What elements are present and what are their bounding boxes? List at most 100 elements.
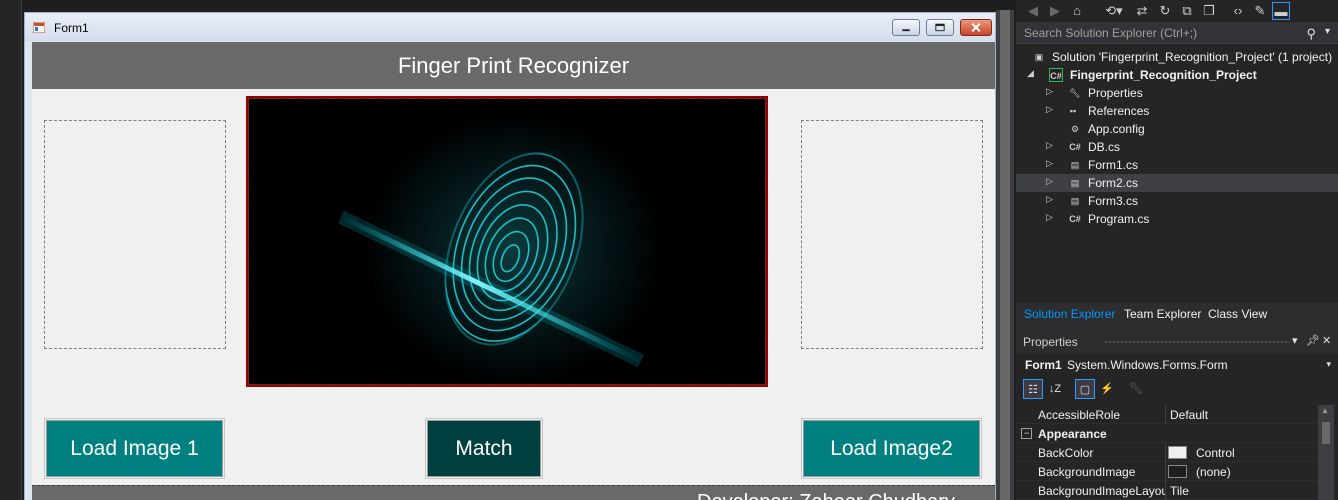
csharp-project-icon: C# <box>1049 68 1063 82</box>
forward-icon[interactable]: ▶ <box>1048 2 1062 20</box>
alphabetical-icon[interactable]: ↓Z <box>1045 379 1065 399</box>
collapsed-arrow-icon[interactable]: ▷ <box>1046 140 1053 151</box>
property-row-backgroundimagelayout[interactable]: BackgroundImageLayout Tile <box>1016 481 1318 500</box>
property-value[interactable]: Tile <box>1170 484 1189 498</box>
tree-item-label: Program.cs <box>1088 212 1150 226</box>
properties-window: Properties ▾ 📌︎ ✕ Form1 System.Windows.F… <box>1016 330 1338 500</box>
csharp-file-icon: C# <box>1069 142 1081 152</box>
footer-panel: Developer: Zaheer Chudhary <box>32 485 995 500</box>
tree-item-program-cs[interactable]: ▷ C# Program.cs <box>1016 210 1338 228</box>
csharp-file-icon: C# <box>1069 214 1081 224</box>
close-icon <box>971 23 981 32</box>
property-pages-icon[interactable]: 🔧︎ <box>1126 379 1146 399</box>
developer-label: Developer: Zaheer Chudhary <box>697 491 955 500</box>
form-client-area: Finger Print Recognizer Load Image 1 Mat… <box>32 42 995 500</box>
picture-box-2[interactable] <box>801 120 983 349</box>
category-appearance[interactable]: − Appearance <box>1016 424 1318 443</box>
fingerprint-picture-box[interactable] <box>246 96 768 387</box>
fingerprint-image <box>249 99 765 384</box>
collapsed-arrow-icon[interactable]: ▷ <box>1046 176 1053 187</box>
sync-icon[interactable]: ⟲▾ <box>1102 2 1126 20</box>
properties-scrollbar[interactable]: ▲ <box>1318 405 1334 500</box>
tree-item-form1-cs[interactable]: ▷ ▤ Form1.cs <box>1016 156 1338 174</box>
back-icon[interactable]: ◀ <box>1026 2 1040 20</box>
maximize-button[interactable] <box>926 19 954 36</box>
tree-item-label: Solution 'Fingerprint_Recognition_Projec… <box>1052 50 1333 64</box>
properties-wrench-icon[interactable]: ✎ <box>1252 2 1268 20</box>
tab-team-explorer[interactable]: Team Explorer <box>1124 307 1201 321</box>
scroll-up-icon[interactable]: ▲ <box>1321 406 1329 415</box>
object-type: System.Windows.Forms.Form <box>1067 358 1228 372</box>
property-name: BackgroundImageLayout <box>1038 484 1166 498</box>
designer-scrollbar[interactable] <box>996 10 1014 500</box>
show-all-files-icon[interactable]: ❐ <box>1201 2 1217 20</box>
switch-views-icon[interactable]: ⇄ <box>1134 2 1150 20</box>
refresh-icon[interactable]: ↻ <box>1157 2 1173 20</box>
form-window[interactable]: Form1 Finger Print Recognizer Load Image… <box>24 12 996 500</box>
collapsed-arrow-icon[interactable]: ▷ <box>1046 212 1053 223</box>
properties-grip[interactable] <box>1104 340 1290 345</box>
tree-item-form3-cs[interactable]: ▷ ▤ Form3.cs <box>1016 192 1338 210</box>
solution-search-box[interactable]: Search Solution Explorer (Ctrl+;) ⚲ ▾ <box>1016 22 1338 44</box>
window-position-dropdown-icon[interactable]: ▾ <box>1292 334 1298 347</box>
property-row-backcolor[interactable]: BackColor Control <box>1016 443 1318 462</box>
match-button[interactable]: Match <box>425 418 543 479</box>
preview-selected-icon[interactable]: ▬ <box>1272 2 1290 20</box>
references-icon: ▪▪ <box>1069 106 1077 116</box>
collapse-toggle-icon[interactable]: − <box>1021 428 1032 439</box>
header-title: Finger Print Recognizer <box>397 53 630 78</box>
tree-item-app-config[interactable]: ⚙ App.config <box>1016 120 1338 138</box>
image-swatch <box>1168 465 1187 478</box>
load-image-2-button[interactable]: Load Image2 <box>801 418 982 479</box>
object-selector[interactable]: Form1 System.Windows.Forms.Form ▾ <box>1016 354 1338 376</box>
picture-box-1[interactable] <box>44 120 226 349</box>
tree-item-label: Form2.cs <box>1088 176 1139 190</box>
tree-item-project[interactable]: ◢ C# Fingerprint_Recognition_Project <box>1016 66 1338 84</box>
properties-title: Properties <box>1023 335 1078 349</box>
form-file-icon: ▤ <box>1070 160 1080 170</box>
property-value[interactable]: Control <box>1196 446 1235 460</box>
minimize-button[interactable] <box>892 19 920 36</box>
designer-left-edge <box>0 0 22 500</box>
solution-tab-strip: Solution Explorer Team Explorer Class Vi… <box>1016 303 1338 326</box>
categorized-icon[interactable]: ☷ <box>1023 379 1043 399</box>
close-button[interactable] <box>960 19 992 36</box>
events-icon[interactable]: ⚡ <box>1097 379 1117 399</box>
form-title: Form1 <box>54 21 89 35</box>
collapse-all-icon[interactable]: ⧉ <box>1179 2 1195 20</box>
tree-item-label: Form3.cs <box>1088 194 1139 208</box>
solution-search-input[interactable]: Search Solution Explorer (Ctrl+;) <box>1024 26 1197 40</box>
view-code-icon[interactable]: ‹› <box>1230 2 1246 20</box>
tree-item-references[interactable]: ▷ ▪▪ References <box>1016 102 1338 120</box>
solution-toolbar: ◀ ▶ ⌂ ⟲▾ ⇄ ↻ ⧉ ❐ ‹› ✎ ▬ <box>1016 0 1338 22</box>
properties-header: Properties ▾ 📌︎ ✕ <box>1016 330 1338 354</box>
collapsed-arrow-icon[interactable]: ▷ <box>1046 194 1053 205</box>
tree-item-form2-cs[interactable]: ▷ ▤ Form2.cs <box>1016 174 1338 192</box>
property-value[interactable]: (none) <box>1196 465 1231 479</box>
collapsed-arrow-icon[interactable]: ▷ <box>1046 104 1053 115</box>
property-row-backgroundimage[interactable]: BackgroundImage (none) <box>1016 462 1318 481</box>
properties-view-icon[interactable]: ▢ <box>1075 379 1095 399</box>
form-titlebar[interactable]: Form1 <box>25 13 995 41</box>
search-icon[interactable]: ⚲ <box>1306 26 1316 42</box>
properties-scrollbar-thumb[interactable] <box>1322 422 1330 444</box>
tab-solution-explorer[interactable]: Solution Explorer <box>1024 307 1115 321</box>
designer-scrollbar-thumb[interactable] <box>1000 10 1010 500</box>
close-pane-icon[interactable]: ✕ <box>1322 334 1331 347</box>
tree-item-solution[interactable]: ▣ Solution 'Fingerprint_Recognition_Proj… <box>1016 48 1338 66</box>
collapsed-arrow-icon[interactable]: ▷ <box>1046 86 1053 97</box>
tab-class-view[interactable]: Class View <box>1208 307 1267 321</box>
property-row-accessiblerole[interactable]: AccessibleRole Default <box>1016 405 1318 424</box>
home-icon[interactable]: ⌂ <box>1069 2 1085 20</box>
property-value[interactable]: Default <box>1170 408 1208 422</box>
tree-item-db-cs[interactable]: ▷ C# DB.cs <box>1016 138 1338 156</box>
pin-icon[interactable]: 📌︎ <box>1306 334 1320 347</box>
search-options-dropdown-icon[interactable]: ▾ <box>1325 26 1330 37</box>
collapsed-arrow-icon[interactable]: ▷ <box>1046 158 1053 169</box>
form-file-icon: ▤ <box>1070 178 1080 188</box>
object-dropdown-icon[interactable]: ▾ <box>1326 359 1331 370</box>
grid-divider <box>1165 462 1166 481</box>
tree-item-properties[interactable]: ▷ 🔧︎ Properties <box>1016 84 1338 102</box>
load-image-1-button[interactable]: Load Image 1 <box>44 418 225 479</box>
expanded-arrow-icon[interactable]: ◢ <box>1027 68 1034 79</box>
